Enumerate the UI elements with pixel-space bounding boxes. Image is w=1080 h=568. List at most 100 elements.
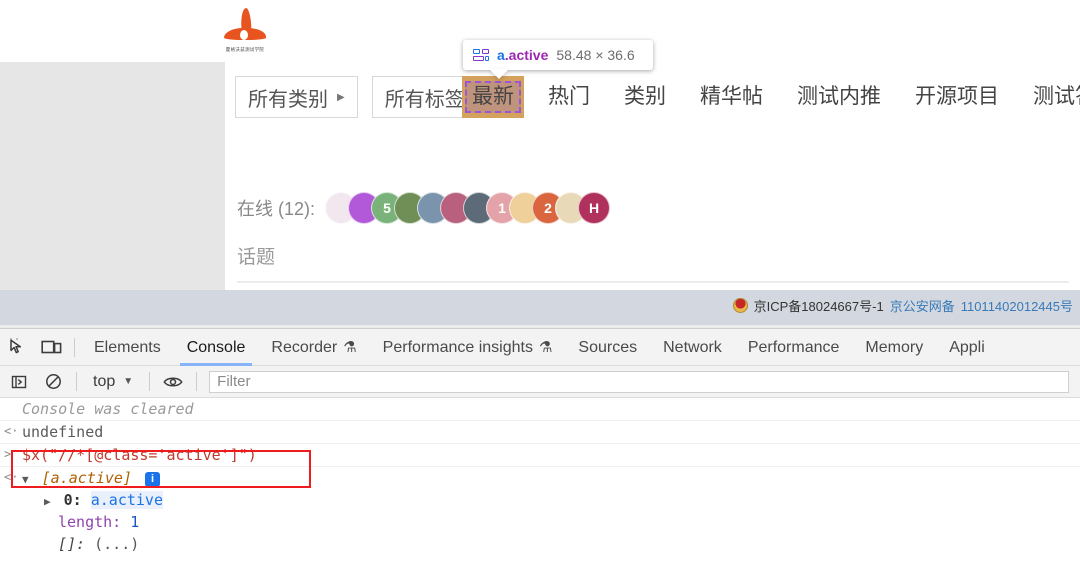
police-filing-label[interactable]: 京公安网备 (890, 296, 955, 315)
chevron-right-icon: ▶ (337, 91, 345, 103)
entry-key: length: (58, 513, 122, 531)
tab-network[interactable]: Network (650, 329, 735, 366)
log-row-command[interactable]: > $x("//*[@class='active']") (0, 444, 1080, 467)
console-result-summary: [a.active] (41, 469, 132, 487)
execution-context-dropdown[interactable]: top ▼ (83, 373, 143, 391)
nav-tab-referral[interactable]: 测试内推 (780, 76, 898, 118)
log-row-cleared: Console was cleared (0, 398, 1080, 421)
info-icon[interactable]: i (145, 472, 160, 487)
console-result-undefined: undefined (22, 423, 104, 441)
toolbar-separator (74, 337, 75, 357)
tab-label: Network (663, 338, 722, 356)
result-prompt-icon: <· (4, 470, 19, 484)
tab-memory[interactable]: Memory (852, 329, 936, 366)
nav-tab-label: 最新 (472, 85, 514, 108)
entry-key: 0: (63, 491, 82, 509)
chevron-down-icon: ▼ (123, 376, 134, 387)
log-row-entry-2[interactable]: []: (...) (0, 533, 1080, 555)
category-filter-dropdown[interactable]: 所有类别 ▶ (235, 76, 358, 118)
footer-legal-row: 京ICP备18024667号-1 京公安网备 11011402012445号 (732, 296, 1073, 315)
console-filter-input[interactable] (209, 370, 1070, 393)
console-toolbar: top ▼ (0, 366, 1080, 398)
execution-context-value: top (93, 372, 116, 390)
tab-label: Appli (949, 338, 985, 356)
police-filing-number[interactable]: 11011402012445号 (961, 296, 1073, 315)
filter-button-row: 所有类别 ▶ 所有标签 ▶ (235, 76, 495, 118)
clear-console-icon[interactable] (36, 363, 70, 400)
flask-icon: ⚗ (343, 338, 357, 356)
toolbar-separator (76, 372, 77, 391)
inspected-selector: a.active (497, 47, 548, 63)
nav-tab-featured[interactable]: 精华帖 (683, 76, 780, 118)
tab-performance-insights[interactable]: Performance insights ⚗ (370, 329, 566, 366)
devtools-tabbar: Elements Console Recorder ⚗ Performance … (0, 329, 1080, 366)
nav-tab-hot[interactable]: 热门 (531, 76, 607, 118)
toolbar-separator (149, 372, 151, 391)
console-sidebar-icon[interactable] (2, 363, 36, 400)
tab-elements[interactable]: Elements (81, 329, 174, 366)
flask-icon: ⚗ (538, 338, 553, 356)
devtools-inspect-tooltip: a.active 58.48 × 36.6 (463, 40, 653, 79)
inspect-element-icon[interactable] (0, 329, 34, 366)
tab-label: Performance (747, 338, 840, 356)
tab-sources[interactable]: Sources (565, 329, 650, 366)
screenshot-root: 霍格沃兹测试学院 所有类别 ▶ 所有标签 ▶ 最新 热门 (0, 0, 1080, 568)
live-expression-eye-icon[interactable] (156, 363, 190, 400)
site-logo[interactable]: 霍格沃兹测试学院 (212, 2, 278, 58)
inspected-tag-name: a (497, 47, 505, 63)
tab-label: Elements (94, 338, 161, 356)
page-content-column: 所有类别 ▶ 所有标签 ▶ 最新 热门 类别 精华帖 测试内推 开源项目 测试答… (225, 62, 1080, 326)
topic-list-divider (237, 281, 1069, 283)
console-cleared-message: Console was cleared (22, 400, 194, 418)
tab-label: Console (186, 338, 246, 356)
log-row-entry-0[interactable]: ▶ 0: a.active (0, 489, 1080, 511)
entry-number-value: 1 (130, 513, 140, 531)
tab-recorder[interactable]: Recorder ⚗ (258, 329, 369, 366)
tab-label: Recorder (271, 338, 338, 356)
nav-tab-qa[interactable]: 测试答疑 (1016, 76, 1080, 118)
nav-tab-latest[interactable]: 最新 (462, 76, 524, 118)
icp-license[interactable]: 京ICP备18024667号-1 (754, 296, 884, 315)
page-footer-band: 京ICP备18024667号-1 京公安网备 11011402012445号 (0, 290, 1080, 325)
toolbar-separator (196, 372, 198, 391)
topic-column-header: 话题 (237, 247, 276, 268)
nav-tab-category[interactable]: 类别 (607, 76, 683, 118)
nav-tab-opensource[interactable]: 开源项目 (898, 76, 1016, 118)
site-logo-caption: 霍格沃兹测试学院 (225, 46, 265, 52)
log-row-entry-1: length: 1 (0, 511, 1080, 533)
entry-key: []: (58, 535, 86, 553)
console-log-area[interactable]: Console was cleared <· undefined > $x("/… (0, 398, 1080, 568)
tab-label: Memory (865, 338, 924, 356)
device-toolbar-icon[interactable] (34, 329, 68, 366)
tab-label: Sources (578, 338, 638, 356)
online-users-row: 在线 (12): 5 1 2 H (237, 192, 611, 224)
tab-console[interactable]: Console (174, 329, 259, 366)
console-command-fn: $x( (22, 446, 50, 464)
avatar[interactable]: H (578, 192, 611, 224)
tab-performance[interactable]: Performance (735, 329, 853, 366)
page-left-gutter (0, 62, 225, 290)
tooltip-pointer-arrow (489, 69, 509, 79)
entry-ellipsis-value[interactable]: (...) (94, 535, 139, 553)
entry-node-value[interactable]: a.active (90, 491, 163, 509)
tag-filter-label: 所有标签 (384, 88, 465, 111)
inspected-dimensions: 58.48 × 36.6 (556, 47, 635, 63)
logo-notch-shape (240, 29, 248, 40)
online-users-label: 在线 (12): (237, 199, 316, 219)
inspected-class-name: .active (504, 47, 549, 63)
tab-application[interactable]: Appli (936, 329, 998, 366)
online-avatar-list: 5 1 2 H (325, 192, 611, 224)
category-filter-label: 所有类别 (248, 88, 328, 111)
result-prompt-icon: <· (4, 424, 19, 438)
grid-layout-icon (473, 48, 489, 62)
expand-triangle-open-icon[interactable]: ▼ (22, 473, 29, 486)
topic-nav-tabs: 最新 热门 类别 精华帖 测试内推 开源项目 测试答疑 (462, 76, 1080, 118)
log-row-result[interactable]: <· ▼ [a.active] i (0, 467, 1080, 489)
tab-label: Performance insights (382, 338, 533, 356)
police-badge-icon (732, 298, 748, 313)
devtools-panel: Elements Console Recorder ⚗ Performance … (0, 328, 1080, 568)
command-prompt-icon: > (4, 447, 12, 461)
expand-triangle-closed-icon[interactable]: ▶ (44, 495, 51, 508)
console-command-close: ) (247, 446, 257, 464)
console-command-arg: "//*[@class='active']" (49, 446, 248, 464)
